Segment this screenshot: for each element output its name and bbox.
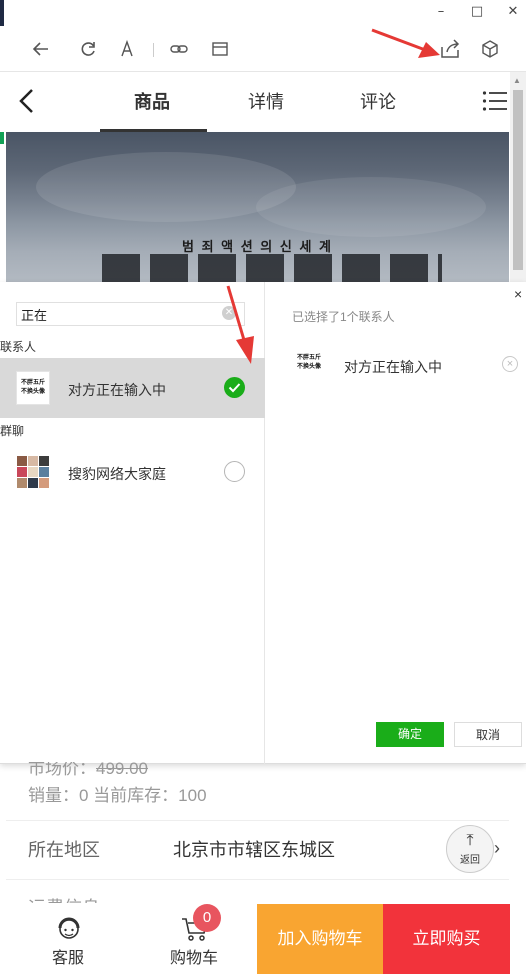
remove-selected-icon[interactable]: × (502, 356, 518, 372)
divider (6, 879, 509, 880)
title-bar: – □ ✕ (0, 0, 526, 36)
sales-stock: 销量：0 当前库存：100 (28, 786, 207, 805)
location-label: 所在地区 (28, 840, 100, 860)
market-price-label: 市场价： (28, 762, 96, 778)
tab-comments[interactable]: 评论 (360, 88, 396, 114)
avatar-text-line: 不胖五斤 (296, 355, 321, 361)
contact-row[interactable]: 不胖五斤 不换头像 对方正在输入中 (0, 358, 265, 418)
close-button[interactable]: ✕ (502, 2, 524, 22)
banner-title-graphic (102, 254, 442, 282)
avatar-text-line: 不胖五斤 (20, 380, 45, 386)
section-groups: 群聊 (0, 424, 25, 438)
back-to-top-button[interactable]: ⤒ 返回 (446, 825, 494, 873)
share-dialog: ✕ 联系人 不胖五斤 不换头像 对方正在输入中 群聊 搜豹网络大家庭 × 已选择… (0, 282, 526, 764)
avatar-text-line: 不换头像 (296, 364, 321, 370)
headset-icon (54, 916, 84, 942)
contact-name: 对方正在输入中 (68, 382, 166, 398)
group-name: 搜豹网络大家庭 (68, 466, 166, 482)
scroll-up-icon[interactable]: ▲ (513, 76, 521, 85)
chevron-right-icon[interactable]: › (494, 838, 500, 859)
cart-label: 购物车 (169, 950, 218, 967)
shipping-label: 运费信息 (28, 893, 108, 903)
toolbar-separator (153, 43, 154, 57)
contact-picker: ✕ 联系人 不胖五斤 不换头像 对方正在输入中 群聊 搜豹网络大家庭 (0, 282, 265, 764)
service-label: 客服 (51, 950, 84, 967)
location-value[interactable]: 北京市市辖区东城区 (173, 836, 335, 862)
market-price: 市场价：499.00 (28, 762, 148, 778)
selected-count: 已选择了1个联系人 (292, 310, 395, 324)
window-icon[interactable] (207, 36, 233, 62)
divider (6, 820, 509, 821)
customer-service-button[interactable]: 客服 (13, 904, 123, 974)
selected-contact-name: 对方正在输入中 (344, 359, 442, 375)
cart-count-badge: 0 (193, 904, 221, 932)
back-arrow-icon[interactable] (28, 36, 54, 62)
banner-subtitle: 범 죄 액 션 의 신 세 계 (182, 239, 333, 254)
group-avatar (16, 455, 50, 489)
section-contacts: 联系人 (0, 340, 37, 354)
contact-search-input[interactable] (16, 302, 245, 326)
avatar: 不胖五斤 不换头像 (16, 371, 50, 405)
box-icon[interactable] (477, 36, 503, 62)
maximize-button[interactable]: □ (466, 2, 488, 22)
tab-details[interactable]: 详情 (248, 88, 284, 114)
share-icon[interactable] (437, 36, 463, 62)
avatar-text-line: 不换头像 (20, 389, 45, 395)
page-scrollbar[interactable]: ▲ (510, 72, 526, 282)
browser-toolbar (0, 26, 526, 72)
market-price-value: 499.00 (96, 762, 148, 778)
arrow-up-icon: ⤒ (466, 832, 474, 849)
product-nav: 商品 详情 评论 (0, 72, 510, 132)
back-icon[interactable] (14, 86, 40, 116)
product-banner-image: 범 죄 액 션 의 신 세 계 (6, 132, 509, 282)
tab-product[interactable]: 商品 (134, 88, 170, 114)
checked-icon[interactable] (224, 377, 245, 398)
cancel-button[interactable]: 取消 (454, 722, 522, 747)
scrollbar-thumb[interactable] (513, 90, 523, 270)
add-to-cart-button[interactable]: 加入购物车 (257, 904, 383, 974)
font-icon[interactable] (114, 36, 140, 62)
unchecked-icon[interactable] (224, 461, 245, 482)
group-row[interactable]: 搜豹网络大家庭 (0, 442, 265, 502)
link-icon[interactable] (166, 36, 192, 62)
refresh-icon[interactable] (75, 36, 101, 62)
minimize-button[interactable]: – (430, 2, 452, 22)
selected-panel: 已选择了1个联系人 不胖五斤 不换头像 对方正在输入中 × 确定 取消 (266, 282, 526, 764)
confirm-button[interactable]: 确定 (376, 722, 444, 747)
menu-icon[interactable] (482, 90, 508, 112)
avatar: 不胖五斤 不换头像 (294, 350, 324, 380)
banner-cloud (256, 177, 486, 237)
back-to-top-label: 返回 (460, 855, 480, 866)
buy-now-button[interactable]: 立即购买 (383, 904, 510, 974)
search-clear-icon[interactable]: ✕ (222, 306, 236, 320)
